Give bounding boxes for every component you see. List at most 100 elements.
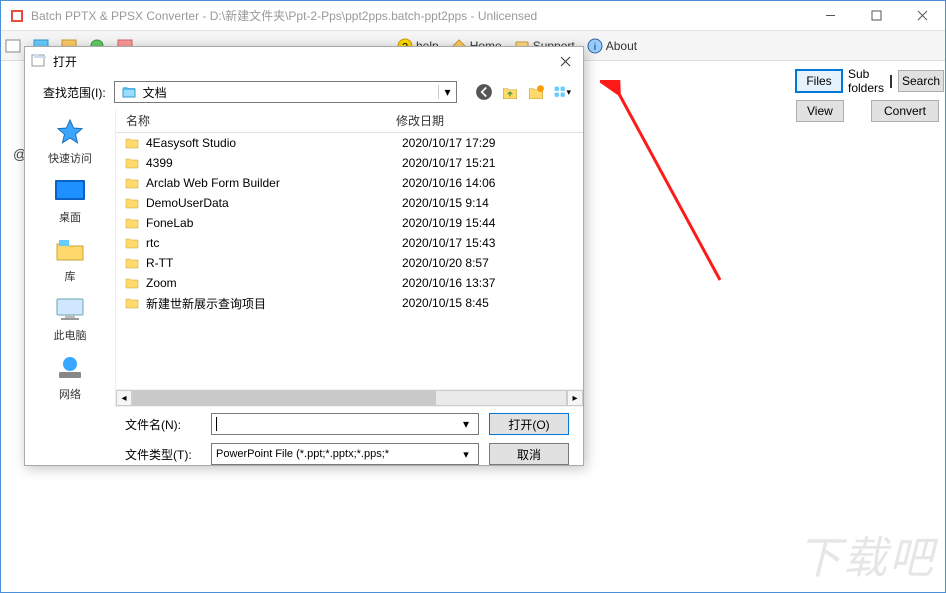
open-button[interactable]: 打开(O) <box>489 413 569 435</box>
file-name: Arclab Web Form Builder <box>146 176 402 190</box>
filetype-field[interactable]: PowerPoint File (*.ppt;*.pptx;*.pps;* ▾ <box>211 443 479 465</box>
file-name: 4399 <box>146 156 402 170</box>
toolbar-item-1[interactable] <box>5 38 21 54</box>
list-item[interactable]: FoneLab2020/10/19 15:44 <box>116 213 583 233</box>
list-item[interactable]: Zoom2020/10/16 13:37 <box>116 273 583 293</box>
dialog-bottom: 文件名(N): ▾ 打开(O) 文件类型(T): PowerPoint File… <box>25 407 583 475</box>
open-dialog: 打开 查找范围(I): 文档 ▾ ▾ 快速访问 <box>24 46 584 466</box>
place-libraries-label: 库 <box>65 268 76 284</box>
place-quickaccess-label: 快速访问 <box>48 150 92 166</box>
nav-icons: ▾ <box>475 83 571 101</box>
minimize-button[interactable] <box>807 1 853 31</box>
filetype-dropdown-icon[interactable]: ▾ <box>458 448 474 461</box>
list-item[interactable]: 43992020/10/17 15:21 <box>116 153 583 173</box>
window-title: Batch PPTX & PPSX Converter - D:\新建文件夹\P… <box>31 7 807 24</box>
list-item[interactable]: rtc2020/10/17 15:43 <box>116 233 583 253</box>
up-icon[interactable] <box>501 83 519 101</box>
place-network[interactable]: 网络 <box>30 353 110 402</box>
list-item[interactable]: R-TT2020/10/20 8:57 <box>116 253 583 273</box>
window-controls <box>807 1 945 31</box>
file-date: 2020/10/15 8:45 <box>402 296 552 310</box>
column-name[interactable]: 名称 <box>116 112 396 129</box>
list-rows: 4Easysoft Studio2020/10/17 17:2943992020… <box>116 133 583 389</box>
network-icon <box>52 353 88 383</box>
file-list: 名称 修改日期 4Easysoft Studio2020/10/17 17:29… <box>115 109 583 407</box>
place-thispc[interactable]: 此电脑 <box>30 294 110 343</box>
file-name: rtc <box>146 236 402 250</box>
file-name: DemoUserData <box>146 196 402 210</box>
column-date[interactable]: 修改日期 <box>396 112 546 129</box>
place-desktop[interactable]: 桌面 <box>30 176 110 225</box>
scroll-left-icon[interactable]: ◂ <box>116 390 132 406</box>
toolbar-about-label: About <box>606 39 637 53</box>
folder-icon <box>124 295 140 311</box>
folder-icon <box>124 235 140 251</box>
file-name: FoneLab <box>146 216 402 230</box>
view-button[interactable]: View <box>796 100 844 122</box>
thispc-icon <box>52 294 88 324</box>
file-date: 2020/10/17 15:21 <box>402 156 552 170</box>
places-bar: 快速访问 桌面 库 此电脑 网络 <box>25 109 115 407</box>
toolbar-about[interactable]: i About <box>587 38 637 54</box>
titlebar: Batch PPTX & PPSX Converter - D:\新建文件夹\P… <box>1 1 945 31</box>
documents-icon <box>121 84 137 100</box>
sub-folders-label: Sub folders <box>848 67 884 95</box>
place-network-label: 网络 <box>59 386 81 402</box>
files-button[interactable]: Files <box>796 70 842 92</box>
file-date: 2020/10/17 15:43 <box>402 236 552 250</box>
file-date: 2020/10/19 15:44 <box>402 216 552 230</box>
dialog-titlebar: 打开 <box>25 47 583 75</box>
about-icon: i <box>587 38 603 54</box>
place-quickaccess[interactable]: 快速访问 <box>30 117 110 166</box>
filename-label: 文件名(N): <box>125 416 201 433</box>
filename-dropdown-icon[interactable]: ▾ <box>458 417 474 431</box>
dialog-title: 打开 <box>53 53 77 70</box>
list-item[interactable]: 新建世新展示查询项目2020/10/15 8:45 <box>116 293 583 313</box>
file-date: 2020/10/20 8:57 <box>402 256 552 270</box>
lookup-dropdown-icon[interactable]: ▾ <box>438 85 456 99</box>
file-name: Zoom <box>146 276 402 290</box>
maximize-button[interactable] <box>853 1 899 31</box>
dialog-close-button[interactable] <box>553 51 577 71</box>
scroll-right-icon[interactable]: ▸ <box>567 390 583 406</box>
lookup-combo[interactable]: 文档 ▾ <box>114 81 457 103</box>
list-header: 名称 修改日期 <box>116 109 583 133</box>
folder-icon <box>124 195 140 211</box>
filetype-label: 文件类型(T): <box>125 446 201 463</box>
file-name: 新建世新展示查询项目 <box>146 295 402 312</box>
folder-icon <box>124 135 140 151</box>
list-item[interactable]: DemoUserData2020/10/15 9:14 <box>116 193 583 213</box>
cancel-button[interactable]: 取消 <box>489 443 569 465</box>
list-item[interactable]: 4Easysoft Studio2020/10/17 17:29 <box>116 133 583 153</box>
quickaccess-icon <box>52 117 88 147</box>
search-button[interactable]: Search <box>898 70 944 92</box>
folder-icon <box>124 155 140 171</box>
file-date: 2020/10/16 14:06 <box>402 176 552 190</box>
close-button[interactable] <box>899 1 945 31</box>
sub-folders-checkbox[interactable] <box>890 75 892 88</box>
lookup-value: 文档 <box>143 84 438 101</box>
view-menu-icon[interactable]: ▾ <box>553 83 571 101</box>
right-panel: r Files Sub folders Search r View Conver… <box>744 69 939 123</box>
place-thispc-label: 此电脑 <box>54 327 87 343</box>
back-icon[interactable] <box>475 83 493 101</box>
place-libraries[interactable]: 库 <box>30 235 110 284</box>
file-date: 2020/10/15 9:14 <box>402 196 552 210</box>
filename-field[interactable]: ▾ <box>211 413 479 435</box>
folder-icon <box>124 255 140 271</box>
libraries-icon <box>52 235 88 265</box>
file-date: 2020/10/16 13:37 <box>402 276 552 290</box>
convert-button[interactable]: Convert <box>871 100 939 122</box>
list-item[interactable]: Arclab Web Form Builder2020/10/16 14:06 <box>116 173 583 193</box>
dialog-icon <box>31 53 47 69</box>
folder-icon <box>124 175 140 191</box>
lookup-label: 查找范围(I): <box>43 84 106 101</box>
horizontal-scrollbar[interactable]: ◂ ▸ <box>116 389 583 407</box>
new-folder-icon[interactable] <box>527 83 545 101</box>
folder-icon <box>124 275 140 291</box>
app-icon <box>9 8 25 24</box>
lookup-row: 查找范围(I): 文档 ▾ ▾ <box>25 75 583 109</box>
place-desktop-label: 桌面 <box>59 209 81 225</box>
dialog-body: 快速访问 桌面 库 此电脑 网络 名称 修改日期 <box>25 109 583 407</box>
file-name: 4Easysoft Studio <box>146 136 402 150</box>
